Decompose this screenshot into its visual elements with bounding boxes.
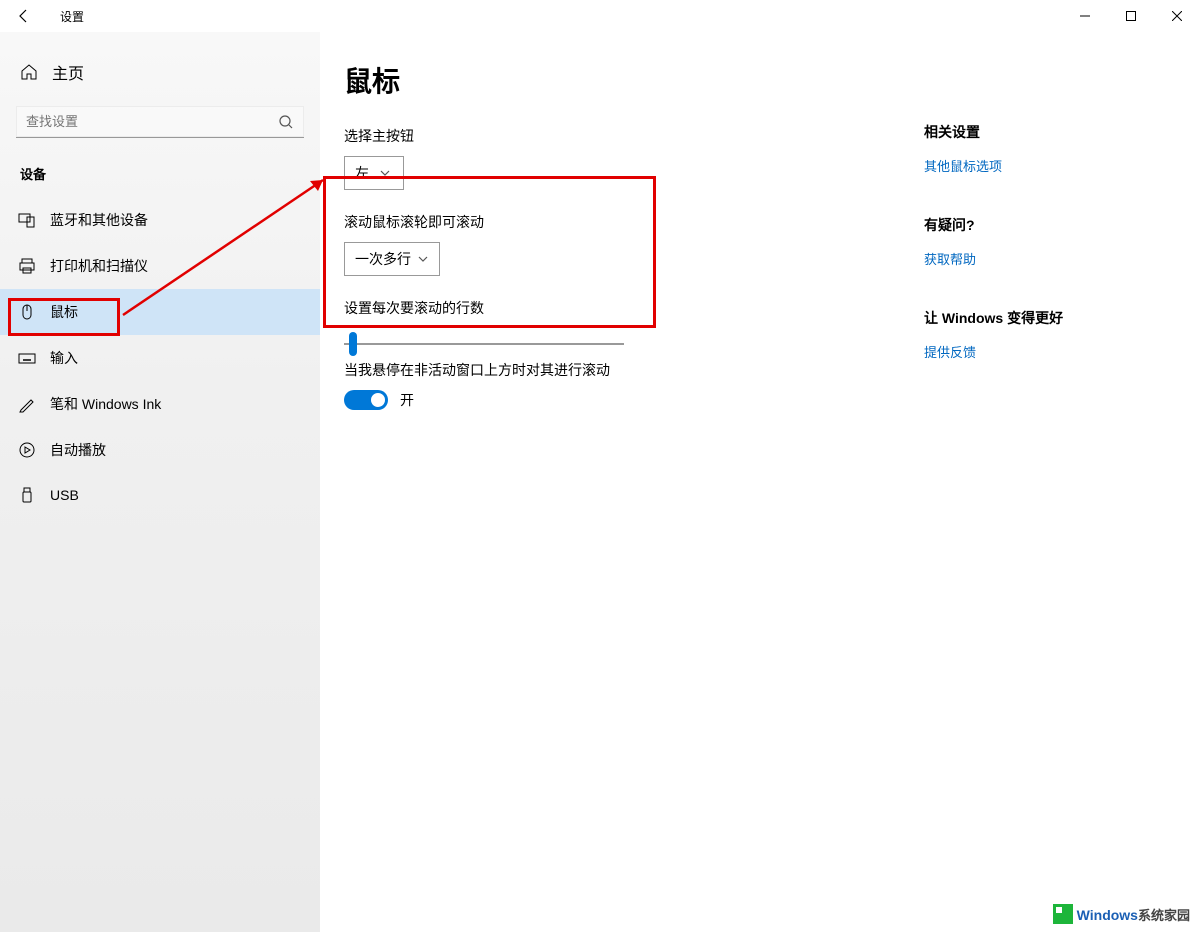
main-content: 鼠标 选择主按钮 左 滚动鼠标滚轮即可滚动 一次多行 设置每次要滚动的行数 bbox=[320, 32, 1200, 932]
related-link[interactable]: 其他鼠标选项 bbox=[924, 156, 1184, 175]
sidebar-item-autoplay[interactable]: 自动播放 bbox=[0, 427, 320, 473]
search-input[interactable] bbox=[16, 106, 304, 138]
titlebar: 设置 bbox=[0, 0, 1200, 32]
help-link[interactable]: 获取帮助 bbox=[924, 249, 1184, 268]
mouse-icon bbox=[18, 303, 36, 321]
sidebar-home[interactable]: 主页 bbox=[0, 50, 320, 94]
autoplay-icon bbox=[18, 441, 36, 459]
sidebar-item-label: 笔和 Windows Ink bbox=[50, 394, 161, 414]
maximize-button[interactable] bbox=[1108, 0, 1154, 32]
page-title: 鼠标 bbox=[344, 60, 1200, 100]
sidebar-item-label: 输入 bbox=[50, 348, 78, 368]
keyboard-icon bbox=[18, 349, 36, 367]
sidebar: 主页 设备 蓝牙和其他设备 打印机和扫描仪 鼠标 输入 bbox=[0, 32, 320, 932]
aside: 相关设置 其他鼠标选项 有疑问? 获取帮助 让 Windows 变得更好 提供反… bbox=[924, 122, 1184, 410]
usb-icon bbox=[18, 486, 36, 504]
chevron-down-icon bbox=[417, 253, 429, 265]
sidebar-item-label: 鼠标 bbox=[50, 302, 78, 322]
scroll-wheel-dropdown[interactable]: 一次多行 bbox=[344, 242, 440, 276]
toggle-knob bbox=[371, 393, 385, 407]
back-button[interactable] bbox=[0, 0, 48, 32]
close-button[interactable] bbox=[1154, 0, 1200, 32]
sidebar-item-label: 自动播放 bbox=[50, 440, 106, 460]
toggle-state-label: 开 bbox=[400, 390, 414, 410]
minimize-button[interactable] bbox=[1062, 0, 1108, 32]
sidebar-item-typing[interactable]: 输入 bbox=[0, 335, 320, 381]
dropdown-value: 左 bbox=[355, 163, 369, 183]
sidebar-section-label: 设备 bbox=[0, 156, 320, 197]
maximize-icon bbox=[1126, 11, 1136, 21]
primary-button-label: 选择主按钮 bbox=[344, 126, 914, 146]
sidebar-item-label: 打印机和扫描仪 bbox=[50, 256, 148, 276]
lines-label: 设置每次要滚动的行数 bbox=[344, 298, 914, 318]
devices-icon bbox=[18, 211, 36, 229]
sidebar-item-printers[interactable]: 打印机和扫描仪 bbox=[0, 243, 320, 289]
dropdown-value: 一次多行 bbox=[355, 249, 411, 269]
scroll-wheel-label: 滚动鼠标滚轮即可滚动 bbox=[344, 212, 914, 232]
inactive-window-toggle[interactable] bbox=[344, 390, 388, 410]
sidebar-item-usb[interactable]: USB bbox=[0, 473, 320, 517]
pen-icon bbox=[18, 395, 36, 413]
primary-button-dropdown[interactable]: 左 bbox=[344, 156, 404, 190]
related-heading: 相关设置 bbox=[924, 122, 1184, 142]
close-icon bbox=[1172, 11, 1182, 21]
question-heading: 有疑问? bbox=[924, 215, 1184, 235]
sidebar-item-label: USB bbox=[50, 487, 79, 503]
better-heading: 让 Windows 变得更好 bbox=[924, 308, 1184, 328]
home-icon bbox=[20, 63, 38, 81]
lines-slider[interactable] bbox=[344, 343, 624, 345]
sidebar-item-mouse[interactable]: 鼠标 bbox=[0, 289, 320, 335]
back-arrow-icon bbox=[16, 8, 32, 24]
window-title: 设置 bbox=[60, 8, 84, 25]
chevron-down-icon bbox=[379, 167, 391, 179]
watermark: Windows系统家园 bbox=[1053, 904, 1190, 924]
minimize-icon bbox=[1080, 11, 1090, 21]
search-icon bbox=[278, 114, 294, 135]
sidebar-item-pen[interactable]: 笔和 Windows Ink bbox=[0, 381, 320, 427]
sidebar-home-label: 主页 bbox=[52, 60, 84, 84]
inactive-window-label: 当我悬停在非活动窗口上方时对其进行滚动 bbox=[344, 360, 914, 380]
feedback-link[interactable]: 提供反馈 bbox=[924, 342, 1184, 361]
sidebar-item-bluetooth[interactable]: 蓝牙和其他设备 bbox=[0, 197, 320, 243]
sidebar-item-label: 蓝牙和其他设备 bbox=[50, 210, 148, 230]
window-controls bbox=[1062, 0, 1200, 32]
watermark-icon bbox=[1053, 904, 1073, 924]
printer-icon bbox=[18, 257, 36, 275]
